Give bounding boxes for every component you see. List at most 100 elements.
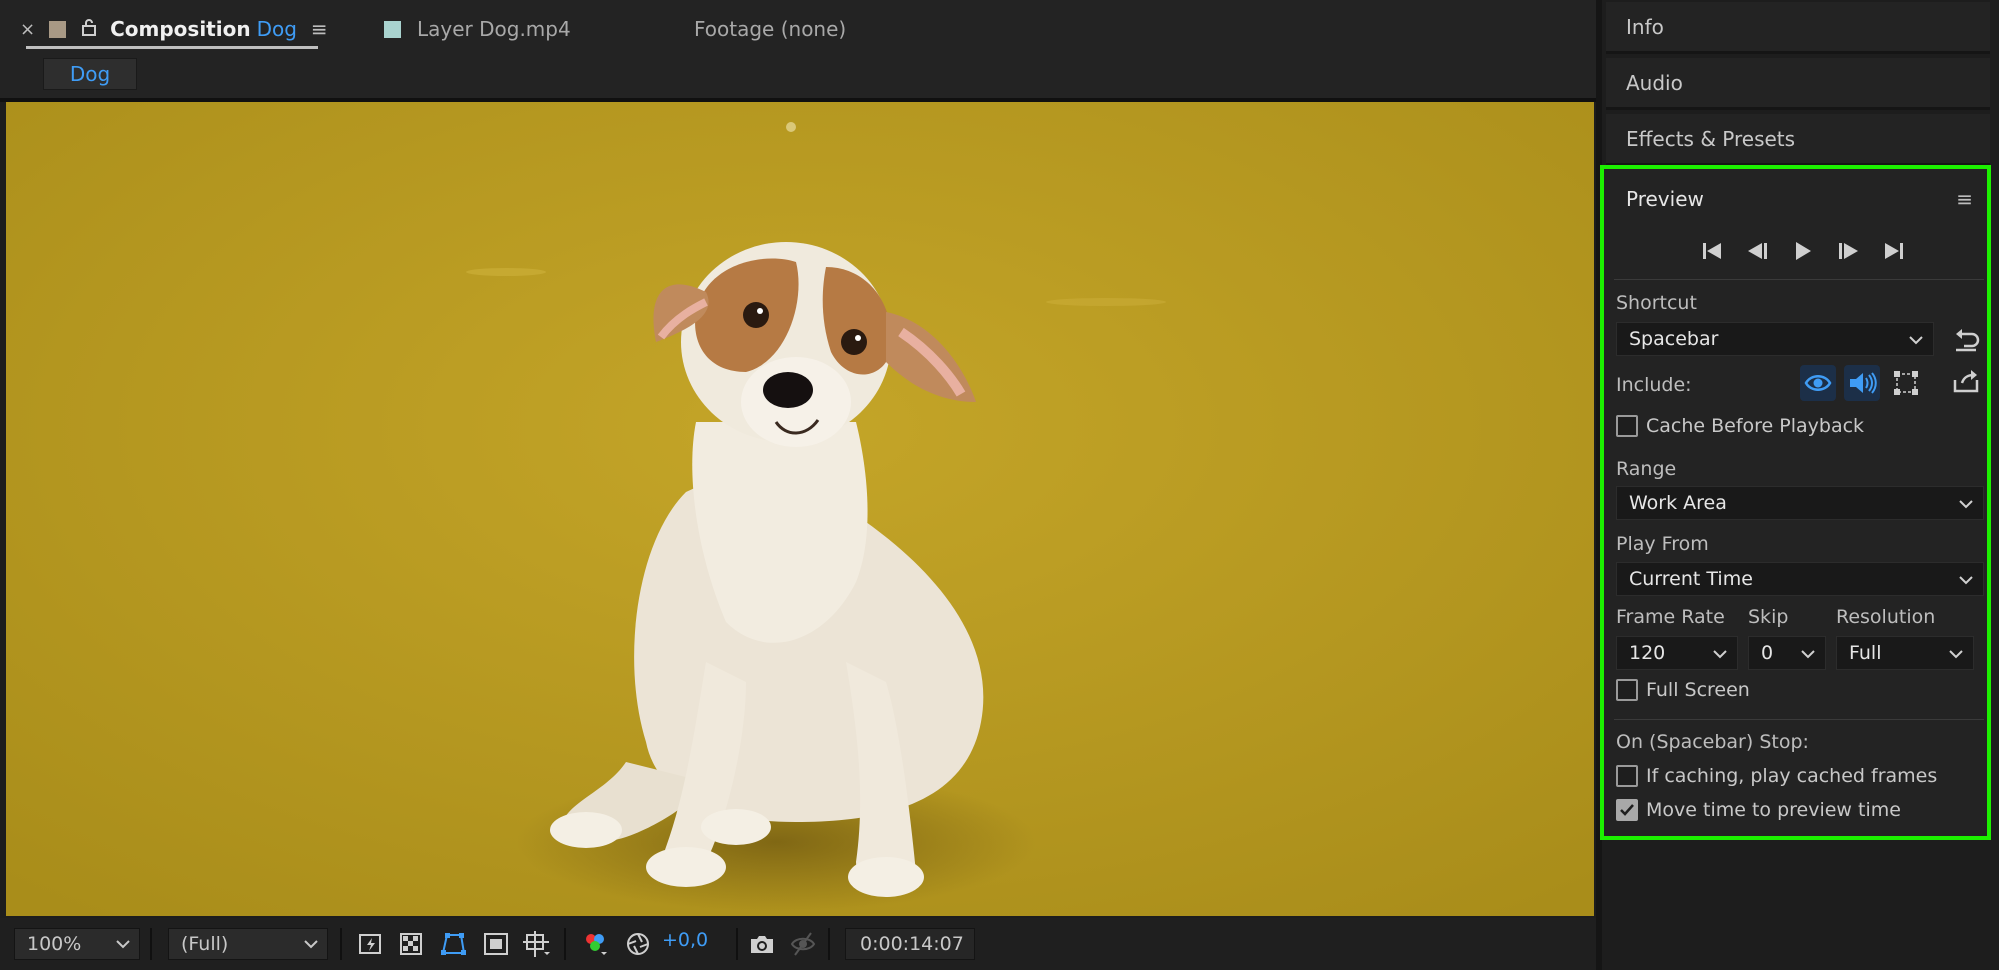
play-from-label: Play From [1616,533,1709,555]
grid-guide-options-icon[interactable] [521,930,551,958]
mask-visibility-icon[interactable] [438,930,468,958]
preview-panel: Preview ≡ Shortcut Spacebar Include: Cac… [1600,165,1991,840]
skip-select[interactable]: 0 [1748,636,1826,670]
divider [736,928,738,960]
if-caching-checkbox[interactable] [1616,765,1638,787]
resolution-select[interactable]: (Full) [168,928,328,960]
full-screen-option[interactable]: Full Screen [1616,679,1750,701]
region-of-interest-icon[interactable] [481,930,511,958]
resolution-select[interactable]: Full [1836,636,1974,670]
frame-rate-select[interactable]: 120 [1616,636,1738,670]
camera-snapshot-icon[interactable] [747,930,777,958]
audio-panel-title: Audio [1626,70,1683,95]
effects-presets-panel-title: Effects & Presets [1626,126,1796,151]
chevron-down-icon [1957,569,1975,596]
chevron-down-icon [115,933,131,960]
if-caching-option[interactable]: If caching, play cached frames [1616,765,1937,787]
stop-options-label: On (Spacebar) Stop: [1616,731,1809,753]
shortcut-value: Spacebar [1629,328,1719,350]
full-screen-checkbox[interactable] [1616,679,1638,701]
export-icon[interactable] [1952,368,1980,398]
resolution-value: (Full) [181,933,229,955]
shortcut-select[interactable]: Spacebar [1616,322,1934,356]
previous-frame-icon[interactable] [1742,237,1774,265]
current-time-display[interactable]: 0:00:14:07 [845,928,975,960]
divider [1614,719,1984,720]
layer-tab[interactable]: Layer Dog.mp4 [384,14,571,44]
first-frame-icon[interactable] [1697,237,1729,265]
if-caching-label: If caching, play cached frames [1646,765,1938,787]
range-label: Range [1616,458,1677,480]
info-panel-title: Info [1626,14,1664,39]
chevron-down-icon [1957,493,1975,520]
fast-previews-icon[interactable] [356,930,386,958]
play-from-select[interactable]: Current Time [1616,562,1984,596]
checkmark-icon [1620,804,1634,816]
zoom-select[interactable]: 100% [14,928,140,960]
play-icon[interactable] [1787,237,1819,265]
resolution-value: Full [1849,642,1882,664]
include-audio-speaker-icon[interactable] [1844,365,1880,401]
play-from-value: Current Time [1629,568,1753,590]
move-time-checkbox[interactable] [1616,799,1638,821]
effects-presets-panel-tab[interactable]: Effects & Presets [1606,114,1990,166]
chevron-down-icon [1947,643,1965,670]
composition-tab[interactable]: × Composition Dog ≡ [20,14,328,44]
active-tab-indicator [26,46,318,49]
layer-tab-label: Layer Dog.mp4 [417,17,571,41]
channel-color-icon[interactable] [580,930,610,958]
include-video-eye-icon[interactable] [1800,365,1836,401]
move-time-label: Move time to preview time [1646,799,1901,821]
reset-exposure-icon[interactable] [623,930,653,958]
range-value: Work Area [1629,492,1727,514]
exposure-value[interactable]: +0,0 [662,929,708,951]
full-screen-label: Full Screen [1646,679,1750,701]
info-panel-tab[interactable]: Info [1606,2,1990,54]
chevron-down-icon [1907,329,1925,356]
resolution-label: Resolution [1836,606,1936,628]
include-overlays-icon[interactable] [1888,365,1924,401]
shortcut-label: Shortcut [1616,292,1697,314]
move-time-option[interactable]: Move time to preview time [1616,799,1901,821]
zoom-value: 100% [27,933,82,955]
composition-breadcrumb[interactable]: Dog [43,58,137,90]
chevron-down-icon [1799,643,1817,670]
composition-viewer[interactable] [6,102,1594,916]
footage-frame-dog [6,102,1594,916]
panel-menu-icon[interactable]: ≡ [311,17,328,41]
divider [150,928,152,960]
last-frame-icon[interactable] [1877,237,1909,265]
transparency-grid-icon[interactable] [396,930,426,958]
panel-menu-icon[interactable]: ≡ [1956,187,1973,211]
close-tab-icon[interactable]: × [20,19,35,40]
show-snapshot-icon[interactable] [788,930,818,958]
composition-name: Dog [256,17,297,41]
composition-tab-bar: × Composition Dog ≡ Layer Dog.mp4 Footag… [0,0,1596,100]
divider [1614,279,1984,280]
lock-icon[interactable] [82,17,97,41]
audio-panel-tab[interactable]: Audio [1606,58,1990,110]
divider [340,928,342,960]
divider [828,928,830,960]
reset-shortcut-icon[interactable] [1952,326,1980,356]
next-frame-icon[interactable] [1832,237,1864,265]
frame-rate-label: Frame Rate [1616,606,1725,628]
range-select[interactable]: Work Area [1616,486,1984,520]
preview-panel-title: Preview [1626,187,1704,211]
chevron-down-icon [1711,643,1729,670]
footage-tab[interactable]: Footage (none) [694,14,846,44]
tab-title: Composition [110,17,251,41]
viewer-toolbar: 100% (Full) +0,0 0:00:14:07 [0,918,1596,970]
include-label: Include: [1616,374,1692,396]
skip-label: Skip [1748,606,1789,628]
label-color-swatch[interactable] [49,20,67,38]
skip-value: 0 [1761,642,1774,664]
layer-swatch [384,20,401,38]
divider [564,928,566,960]
cache-before-playback-label: Cache Before Playback [1646,415,1865,437]
chevron-down-icon [303,933,319,960]
footage-tab-label: Footage (none) [694,17,847,41]
cache-before-playback-checkbox[interactable] [1616,415,1638,437]
cache-before-playback-option[interactable]: Cache Before Playback [1616,415,1864,437]
frame-rate-value: 120 [1629,642,1666,664]
